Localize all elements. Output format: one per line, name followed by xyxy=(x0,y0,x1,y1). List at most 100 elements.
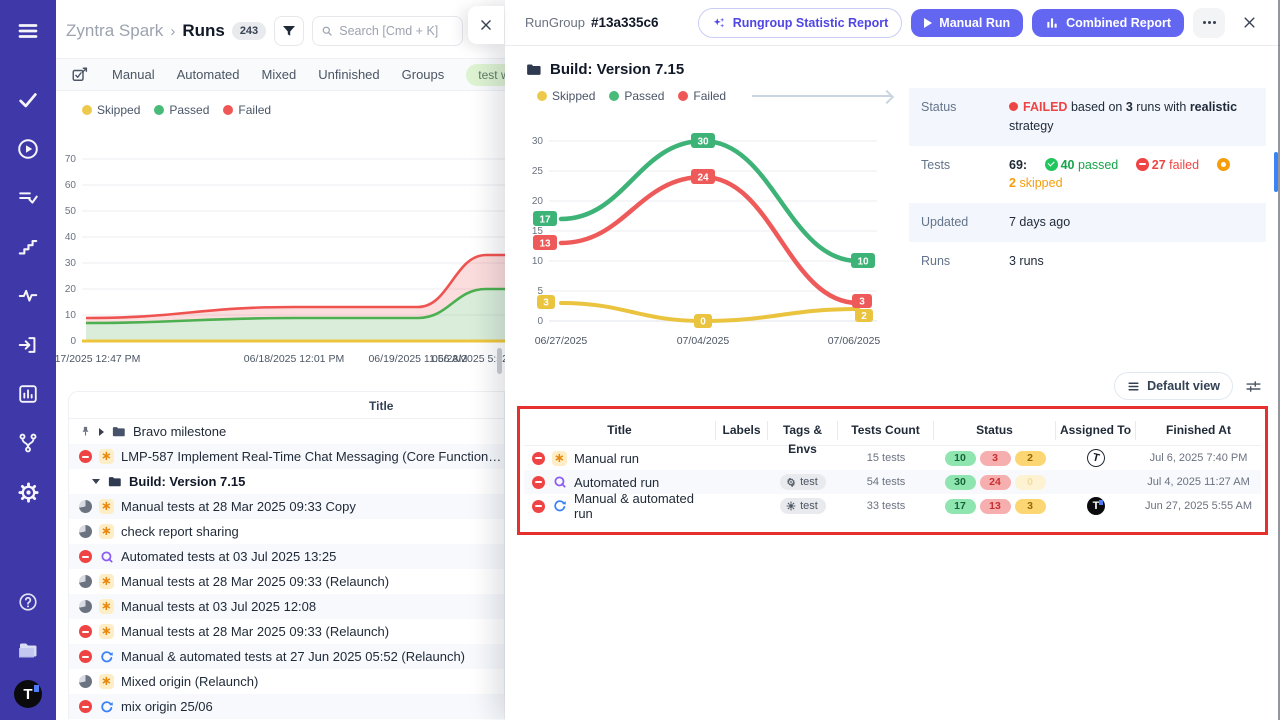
manual-run-button[interactable]: Manual Run xyxy=(911,9,1023,37)
import-icon[interactable] xyxy=(11,328,45,362)
list-item[interactable]: ∗ check report sharing xyxy=(69,519,504,544)
tag-chip[interactable]: test xyxy=(780,474,826,490)
list-item-build-folder[interactable]: Build: Version 7.15 xyxy=(69,469,504,494)
projects-folder-icon[interactable] xyxy=(11,634,45,668)
list-item[interactable]: Automated tests at 03 Jul 2025 13:25 xyxy=(69,544,504,569)
rungroup-id: #13a335c6 xyxy=(591,15,659,30)
passed-legend-dot xyxy=(609,91,619,101)
skipped-legend-dot xyxy=(82,105,92,115)
col-labels[interactable]: Labels xyxy=(716,421,768,440)
chart-legend: Skipped Passed Failed xyxy=(56,101,505,119)
pin-icon xyxy=(79,425,92,438)
user-avatar[interactable]: T xyxy=(14,680,42,708)
passed-pill: 30 xyxy=(945,475,976,490)
list-item[interactable]: mix origin 25/06 xyxy=(69,694,504,719)
default-view-label: Default view xyxy=(1147,379,1220,393)
list-item[interactable]: Manual & automated tests at 27 Jun 2025 … xyxy=(69,644,504,669)
assignee-avatar[interactable]: T xyxy=(1085,449,1107,467)
analytics-chart-icon[interactable] xyxy=(11,377,45,411)
settings-gear-icon[interactable] xyxy=(11,475,45,509)
svg-text:13: 13 xyxy=(539,239,551,250)
tests-check-icon[interactable] xyxy=(11,83,45,117)
table-row-mixed-run[interactable]: Manual & automated run test 33 tests 17 … xyxy=(524,494,1261,518)
panel-scrollbar-thumb[interactable] xyxy=(497,348,502,374)
drawer-close-button[interactable] xyxy=(468,6,504,44)
table-toolbar: Default view xyxy=(505,372,1262,400)
list-item[interactable]: ∗ Manual tests at 28 Mar 2025 09:33 (Rel… xyxy=(69,619,504,644)
svg-text:50: 50 xyxy=(65,206,77,217)
chevron-down-icon[interactable] xyxy=(92,479,100,484)
window-scrollbar-thumb[interactable] xyxy=(1274,152,1278,192)
tab-mixed[interactable]: Mixed xyxy=(262,67,297,82)
list-item[interactable]: ∗ LMP-587 Implement Real-Time Chat Messa… xyxy=(69,444,504,469)
status-label: Status xyxy=(921,98,1009,136)
more-actions-button[interactable] xyxy=(1193,8,1225,38)
default-view-button[interactable]: Default view xyxy=(1114,372,1233,400)
rungroup-title: Build: Version 7.15 xyxy=(550,61,684,78)
plans-list-check-icon[interactable] xyxy=(11,181,45,215)
trend-arrow-icon xyxy=(752,95,891,97)
run-title: Build: Version 7.15 xyxy=(129,474,245,489)
legend-skipped-label: Skipped xyxy=(97,103,140,117)
list-item[interactable]: ∗ Mixed origin (Relaunch) xyxy=(69,669,504,694)
statistic-report-button[interactable]: Rungroup Statistic Report xyxy=(698,8,903,38)
tags-cell: test xyxy=(768,498,838,514)
failed-status-icon xyxy=(532,476,545,489)
search-icon xyxy=(321,24,333,38)
chevron-right-icon[interactable] xyxy=(99,428,104,436)
folder-icon xyxy=(525,61,542,78)
run-title: LMP-587 Implement Real-Time Chat Messagi… xyxy=(121,449,504,464)
tab-unfinished[interactable]: Unfinished xyxy=(318,67,379,82)
svg-text:06/18/2025 12:01 PM: 06/18/2025 12:01 PM xyxy=(244,353,344,365)
tab-manual[interactable]: Manual xyxy=(112,67,155,82)
runs-play-icon[interactable] xyxy=(11,132,45,166)
breadcrumb-project[interactable]: Zyntra Spark xyxy=(66,21,163,41)
select-all-icon[interactable] xyxy=(70,65,90,85)
play-icon xyxy=(924,18,932,28)
list-item[interactable]: ∗ Manual tests at 03 Jul 2025 12:08 xyxy=(69,594,504,619)
run-title: Manual tests at 28 Mar 2025 09:33 Copy xyxy=(121,499,356,514)
tests-label: Tests xyxy=(921,156,1009,194)
skipped-pill: 3 xyxy=(1015,499,1046,514)
close-drawer-x-button[interactable] xyxy=(1234,8,1264,38)
assignee-avatar[interactable]: T xyxy=(1087,497,1105,515)
runs-history-chart: Skipped Passed Failed 70 60 50 40 30 20 xyxy=(56,91,505,371)
search-box[interactable] xyxy=(312,16,463,46)
col-status[interactable]: Status xyxy=(934,421,1056,440)
svg-text:07/06/2025: 07/06/2025 xyxy=(828,335,881,347)
milestones-steps-icon[interactable] xyxy=(11,230,45,264)
list-item[interactable]: ∗ Manual tests at 28 Mar 2025 09:33 (Rel… xyxy=(69,569,504,594)
runs-tabs: Manual Automated Mixed Unfinished Groups… xyxy=(56,58,505,91)
tab-automated[interactable]: Automated xyxy=(177,67,240,82)
automated-run-icon xyxy=(552,475,567,490)
status-row: Status FAILED based on 3 runs with reali… xyxy=(909,88,1266,146)
col-title[interactable]: Title xyxy=(524,421,716,440)
col-assigned-to[interactable]: Assigned To xyxy=(1056,421,1136,440)
help-icon[interactable] xyxy=(11,585,45,619)
activity-pulse-icon[interactable] xyxy=(11,279,45,313)
svg-text:60: 60 xyxy=(65,180,77,191)
skipped-circle-icon xyxy=(1217,158,1230,171)
list-item[interactable]: ∗ Manual tests at 28 Mar 2025 09:33 Copy xyxy=(69,494,504,519)
tag-chip[interactable]: test xyxy=(780,498,826,514)
svg-text:10: 10 xyxy=(65,310,77,321)
tab-groups[interactable]: Groups xyxy=(402,67,445,82)
col-finished-at[interactable]: Finished At xyxy=(1136,421,1261,440)
gear-icon xyxy=(786,477,796,487)
app-window: T Zyntra Spark › Runs 243 xyxy=(0,0,1280,720)
menu-icon[interactable] xyxy=(11,14,45,48)
branch-icon[interactable] xyxy=(11,426,45,460)
table-row-manual-run[interactable]: ∗ Manual run 15 tests 10 3 2 T Jul 6, 20… xyxy=(524,446,1261,470)
svg-text:30: 30 xyxy=(65,258,77,269)
col-tags-envs[interactable]: Tags & Envs xyxy=(768,421,838,440)
finished-at-cell: Jul 6, 2025 7:40 PM xyxy=(1136,452,1261,464)
combined-report-button[interactable]: Combined Report xyxy=(1032,9,1184,37)
in-progress-status-icon xyxy=(79,600,92,613)
col-tests-count[interactable]: Tests Count xyxy=(838,421,934,440)
search-input[interactable] xyxy=(339,24,454,38)
list-item-milestone[interactable]: Bravo milestone xyxy=(69,419,504,444)
svg-text:30: 30 xyxy=(532,136,544,147)
close-icon xyxy=(1242,15,1257,30)
filter-button[interactable] xyxy=(274,16,304,46)
table-settings-sliders-icon[interactable] xyxy=(1245,378,1262,395)
